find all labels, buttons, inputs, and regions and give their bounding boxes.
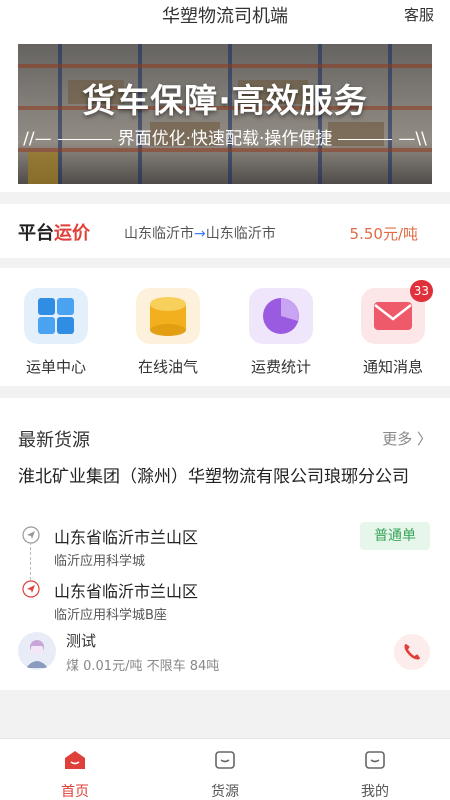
menu-label: 在线油气 xyxy=(137,358,198,376)
banner-image[interactable]: 货车保障·高效服务 //— 界面优化·快速配载·操作便捷 —\\ xyxy=(18,44,432,184)
avatar xyxy=(18,632,56,670)
cargo-meta: 煤 0.01元/吨 不限车 84吨 xyxy=(66,659,220,674)
tab-cargo[interactable]: 货源 xyxy=(180,749,270,800)
page-title: 华塑物流司机端 xyxy=(162,6,288,27)
platform-rate-bar[interactable]: 平台运价 山东临沂市→山东临沂市 5.50元/吨 xyxy=(0,204,450,258)
cargo-icon xyxy=(215,751,235,769)
customer-service-link[interactable]: 客服 xyxy=(404,4,434,25)
app-header: 华塑物流司机端 客服 xyxy=(0,0,450,28)
menu-freight-stats[interactable]: 运费统计 xyxy=(233,288,329,377)
menu-label: 通知消息 xyxy=(362,358,423,376)
tab-home[interactable]: 首页 xyxy=(30,749,120,800)
origin-navigation-icon xyxy=(22,526,40,544)
origin-detail: 临沂应用科学城 xyxy=(54,554,146,569)
section-title: 最新货源 xyxy=(18,430,90,451)
tab-label: 货源 xyxy=(211,784,239,800)
origin-address: 山东省临沂市兰山区 xyxy=(54,528,199,547)
order-type-badge: 普通单 xyxy=(360,522,430,550)
fuel-icon xyxy=(136,288,200,344)
destination-address: 山东省临沂市兰山区 xyxy=(54,582,199,601)
rate-label-b: 运价 xyxy=(54,223,90,244)
tab-profile[interactable]: 我的 xyxy=(330,749,420,800)
banner-subtitle-text: 界面优化·快速配载·操作便捷 xyxy=(117,129,333,149)
mail-icon: 33 xyxy=(361,280,433,344)
destination-detail: 临沂应用科学城B座 xyxy=(54,608,167,623)
route-arrow-icon: → xyxy=(194,226,206,242)
menu-waybill-center[interactable]: 运单中心 xyxy=(8,288,104,377)
menu-label: 运费统计 xyxy=(250,358,311,376)
pie-chart-icon xyxy=(249,288,313,344)
grid-icon xyxy=(24,288,88,344)
cargo-company[interactable]: 淮北矿业集团（滁州）华塑物流有限公司琅琊分公司 xyxy=(18,464,432,490)
banner-deco-left: //— xyxy=(23,129,52,149)
rate-label: 平台运价 xyxy=(18,219,90,245)
quick-menu: 运单中心 在线油气 运费统计 33 通知消息 xyxy=(0,268,450,386)
rate-to: 山东临沂市 xyxy=(205,226,276,242)
more-link[interactable]: 更多 〉 xyxy=(382,428,432,449)
phone-icon xyxy=(404,644,420,660)
tab-label: 首页 xyxy=(61,784,89,800)
menu-notifications[interactable]: 33 通知消息 xyxy=(345,280,441,377)
banner-headline: 货车保障·高效服务 xyxy=(82,81,368,120)
home-icon xyxy=(65,751,85,769)
route-connector xyxy=(30,542,31,580)
latest-cargo-section: 最新货源 更多 〉 淮北矿业集团（滁州）华塑物流有限公司琅琊分公司 山东省临沂市… xyxy=(0,398,450,690)
phone-call-button[interactable] xyxy=(394,634,430,670)
notification-badge: 33 xyxy=(409,280,433,302)
rate-route: 山东临沂市→山东临沂市 xyxy=(124,223,276,243)
tab-label: 我的 xyxy=(361,784,389,800)
banner-deco-right: —\\ xyxy=(398,129,427,149)
rate-label-a: 平台 xyxy=(18,223,54,244)
bottom-tab-bar: 首页 货源 我的 xyxy=(0,738,450,800)
profile-icon xyxy=(365,751,385,769)
rate-from: 山东临沂市 xyxy=(124,226,194,242)
menu-online-fuel[interactable]: 在线油气 xyxy=(120,288,216,377)
banner-subtitle: //— 界面优化·快速配载·操作便捷 —\\ xyxy=(18,124,432,149)
banner-section: 货车保障·高效服务 //— 界面优化·快速配载·操作便捷 —\\ xyxy=(0,28,450,192)
menu-label: 运单中心 xyxy=(25,358,86,376)
publisher-name: 测试 xyxy=(66,632,97,650)
rate-price: 5.50元/吨 xyxy=(349,225,418,243)
destination-navigation-icon xyxy=(22,580,40,598)
